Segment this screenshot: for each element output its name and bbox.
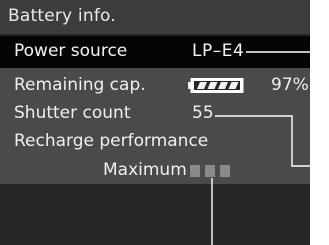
power-source-row[interactable]: Power source LP–E4: [0, 36, 310, 68]
recharge-performance-label: Recharge performance: [14, 131, 209, 151]
power-source-value: LP–E4: [192, 41, 245, 61]
recharge-performance-value: Maximum: [103, 160, 187, 180]
battery-level-icon: [188, 78, 244, 93]
recharge-bar: [190, 165, 200, 177]
remaining-capacity-value: 97%: [271, 75, 309, 95]
callout-remaining-capacity: [309, 78, 329, 87]
shutter-count-label: Shutter count: [14, 103, 131, 123]
screen-title: Battery info.: [8, 6, 116, 26]
title-bar: Battery info.: [0, 0, 310, 34]
remaining-capacity-label: Remaining cap.: [14, 75, 146, 95]
shutter-count-value: 55: [192, 103, 214, 123]
recharge-bar: [220, 165, 230, 177]
battery-info-screen: Battery info. Power source LP–E4 Remaini…: [0, 0, 310, 245]
recharge-bar: [205, 165, 215, 177]
power-source-label: Power source: [14, 41, 128, 61]
camera-lcd-screenshot: Battery info. Power source LP–E4 Remaini…: [0, 0, 329, 245]
recharge-level-icon: [190, 165, 230, 177]
